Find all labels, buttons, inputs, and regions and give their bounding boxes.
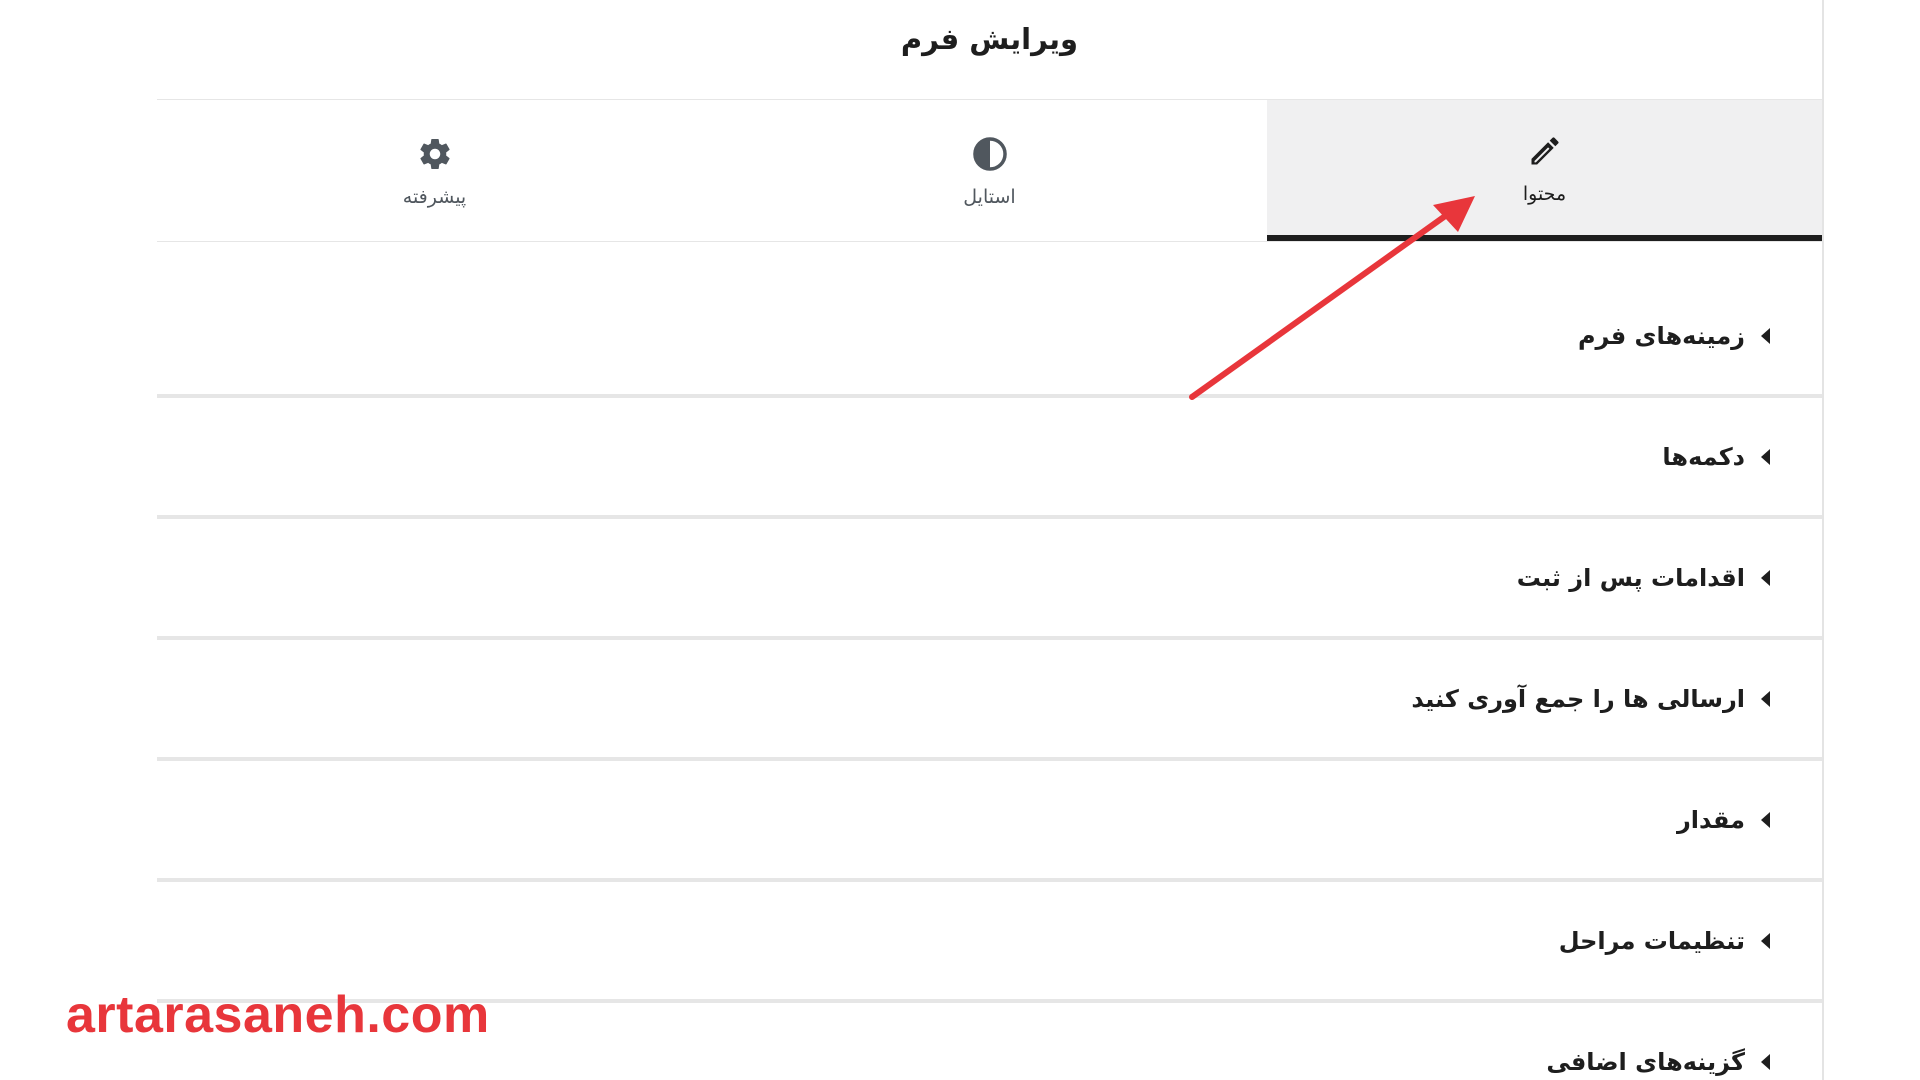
section-value-label: مقدار [1676, 805, 1745, 834]
gear-icon [415, 134, 455, 174]
tab-advanced[interactable]: پیشرفته [157, 100, 712, 241]
editor-tabs: پیشرفته استایل محتوا [157, 100, 1822, 242]
section-collect-submissions[interactable]: ارسالی ها را جمع آوری کنید [157, 640, 1822, 761]
section-step-settings-label: تنظیمات مراحل [1558, 926, 1745, 955]
section-value[interactable]: مقدار [157, 761, 1822, 882]
panel-title: ویرایش فرم [900, 21, 1079, 56]
panel-right-border [1822, 0, 1824, 1080]
caret-left-icon [1761, 569, 1770, 586]
tab-advanced-label: پیشرفته [402, 185, 467, 208]
section-form-fields-label: زمینه‌های فرم [1577, 322, 1745, 350]
section-buttons-label: دکمه‌ها [1662, 442, 1745, 471]
tab-style[interactable]: استایل [712, 100, 1267, 241]
section-buttons[interactable]: دکمه‌ها [157, 398, 1822, 519]
half-circle-contrast-icon [970, 134, 1010, 174]
tab-content[interactable]: محتوا [1267, 100, 1822, 241]
content-sections: زمینه‌های فرم دکمه‌ها اقدامات پس از ثبت … [157, 242, 1822, 1080]
caret-left-icon [1761, 448, 1770, 465]
watermark-text: artarasaneh.com [66, 986, 490, 1044]
caret-left-icon [1761, 690, 1770, 707]
pencil-icon [1525, 131, 1565, 171]
page: ویرایش فرم پیشرفته [0, 0, 1920, 1080]
panel-header: ویرایش فرم [157, 0, 1822, 100]
caret-left-icon [1761, 328, 1770, 344]
section-additional-options-label: گزینه‌های اضافی [1546, 1047, 1745, 1076]
section-form-fields[interactable]: زمینه‌های فرم [157, 242, 1822, 398]
section-actions-after-submit[interactable]: اقدامات پس از ثبت [157, 519, 1822, 640]
tab-style-label: استایل [963, 185, 1016, 208]
caret-left-icon [1761, 932, 1770, 949]
caret-left-icon [1761, 811, 1770, 828]
tab-content-label: محتوا [1522, 182, 1567, 205]
section-collect-submissions-label: ارسالی ها را جمع آوری کنید [1411, 684, 1745, 713]
section-actions-after-submit-label: اقدامات پس از ثبت [1516, 563, 1745, 592]
form-editor-panel: ویرایش فرم پیشرفته [157, 0, 1822, 1080]
caret-left-icon [1761, 1053, 1770, 1070]
